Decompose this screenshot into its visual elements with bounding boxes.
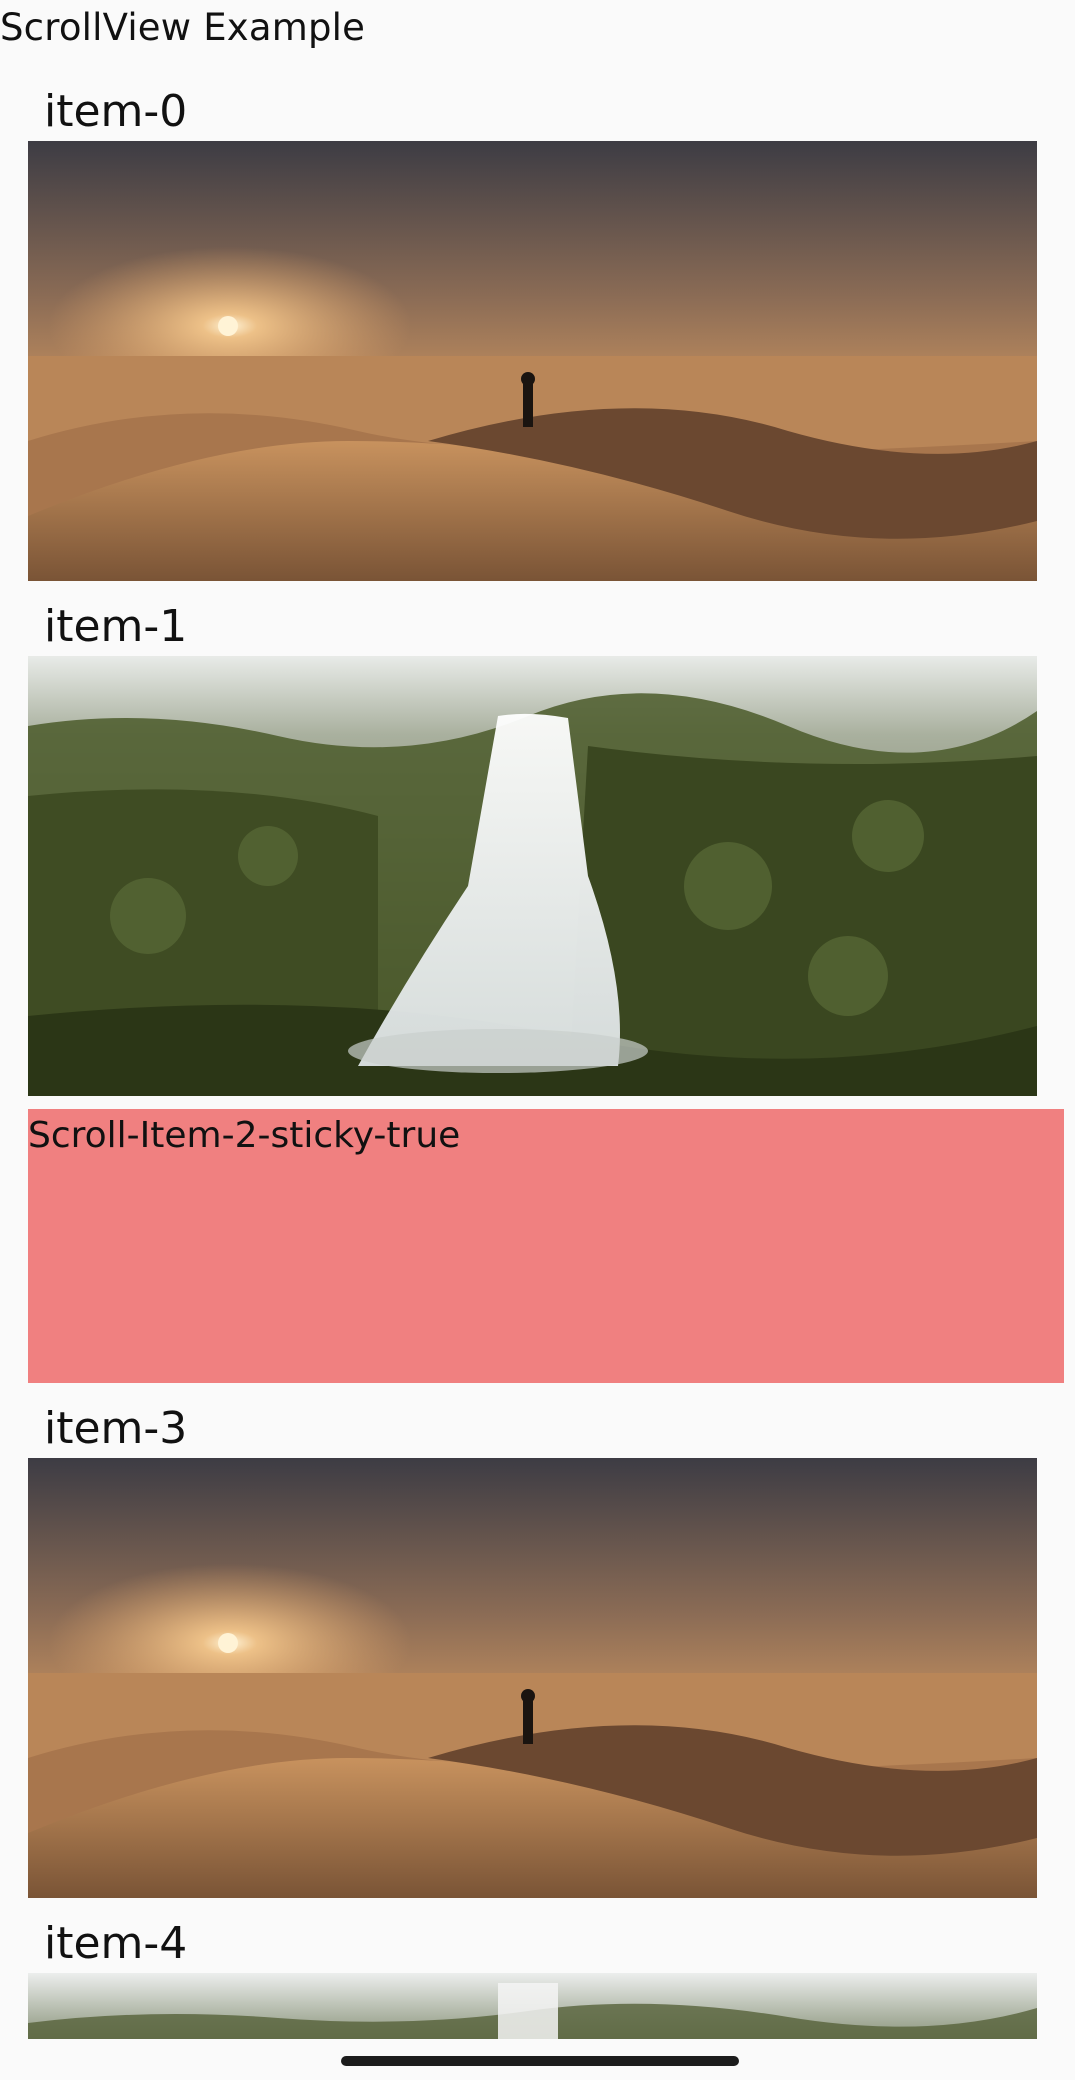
sticky-item-label: Scroll-Item-2-sticky-true: [28, 1115, 461, 1156]
home-indicator[interactable]: [341, 2056, 739, 2066]
item-label-1: item-1: [44, 601, 188, 652]
desert-image: [28, 1458, 1037, 1898]
item-label-4: item-4: [44, 1918, 188, 1969]
item-label-0: item-0: [44, 86, 188, 137]
waterfall-image: [28, 656, 1037, 1096]
waterfall-image: [28, 1973, 1037, 2039]
page-title: ScrollView Example: [0, 6, 366, 49]
desert-image: [28, 141, 1037, 581]
scroll-view[interactable]: ScrollView Example item-0 item-1 Scroll-…: [0, 0, 1075, 2080]
item-label-3: item-3: [44, 1403, 188, 1454]
sticky-header-item: Scroll-Item-2-sticky-true: [28, 1109, 1064, 1383]
